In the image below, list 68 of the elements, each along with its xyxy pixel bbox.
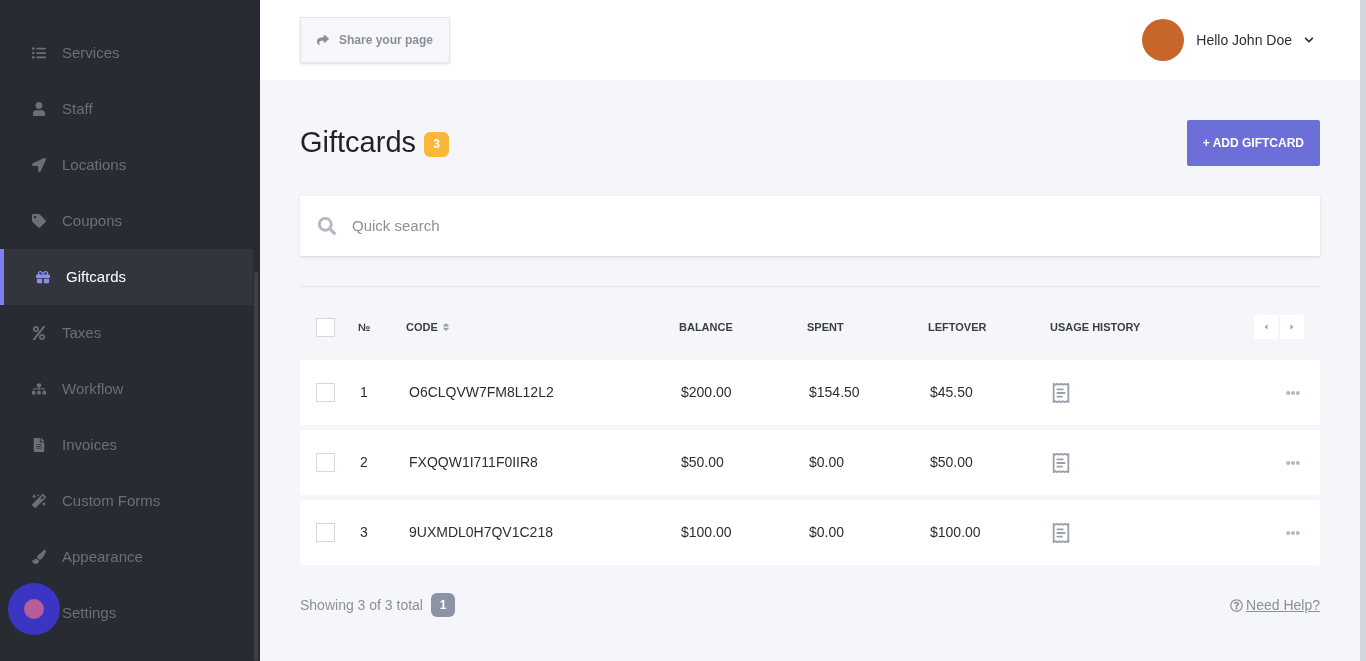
- receipt-icon[interactable]: [1050, 451, 1072, 474]
- column-header: USAGE HISTORY: [1050, 319, 1142, 335]
- table-cell-text: $0.00: [808, 523, 846, 542]
- row-checkbox[interactable]: [316, 523, 335, 542]
- document-icon: [32, 438, 46, 452]
- table-cell-text: $45.50: [929, 383, 974, 402]
- sidebar-item[interactable]: Giftcards: [0, 249, 253, 305]
- user-menu[interactable]: Hello John Doe: [1142, 19, 1320, 61]
- page-title: Giftcards: [300, 125, 417, 161]
- sidebar-item[interactable]: Taxes: [0, 305, 253, 361]
- row-checkbox[interactable]: [316, 453, 335, 472]
- table-cell-text: $100.00: [680, 523, 733, 542]
- share-icon: [317, 34, 329, 46]
- row-checkbox[interactable]: [316, 383, 335, 402]
- column-header[interactable]: CODE: [406, 318, 679, 336]
- receipt-icon[interactable]: [1050, 381, 1072, 404]
- tag-icon: [32, 214, 46, 228]
- avatar: [1142, 19, 1185, 61]
- user-icon: [32, 102, 46, 116]
- sidebar-item[interactable]: Appearance: [0, 529, 253, 585]
- table-cell-text: 3: [359, 523, 369, 542]
- page-badge[interactable]: 1: [431, 593, 455, 617]
- sidebar-item[interactable]: Workflow: [0, 361, 253, 417]
- table-cell-text: 9UXMDL0H7QV1C218: [408, 523, 554, 542]
- gift-icon: [36, 270, 50, 284]
- sidebar-item[interactable]: Locations: [0, 137, 253, 193]
- list-icon: [32, 46, 46, 60]
- search-input[interactable]: Quick search: [352, 214, 1302, 238]
- brush-icon: [32, 550, 46, 564]
- search-bar[interactable]: Quick search: [300, 196, 1320, 256]
- wand-icon: [32, 494, 46, 508]
- receipt-icon[interactable]: [1050, 521, 1072, 544]
- sidebar-item[interactable]: Services: [0, 25, 253, 81]
- sidebar-item[interactable]: Invoices: [0, 417, 253, 473]
- chevron-down-icon: [1304, 35, 1314, 45]
- count-badge: 3: [424, 131, 450, 157]
- table-cell-text: $200.00: [680, 383, 733, 402]
- scroll-left-button[interactable]: [1254, 315, 1278, 339]
- table-cell-text: 2: [359, 453, 369, 472]
- help-link[interactable]: Need Help?: [1230, 594, 1320, 616]
- table-cell-text: FXQQW1I711F0IIR8: [408, 453, 539, 472]
- table-cell-text: $50.00: [929, 453, 974, 472]
- table-cell-text: $0.00: [808, 453, 846, 472]
- column-header: LEFTOVER: [928, 319, 988, 335]
- add-giftcard-button[interactable]: + ADD GIFTCARD: [1186, 120, 1320, 166]
- sitemap-icon: [32, 382, 46, 396]
- results-summary: Showing 3 of 3 total: [300, 595, 423, 615]
- table-cell-text: O6CLQVW7FM8L12L2: [408, 383, 555, 402]
- table-cell-text: $50.00: [680, 453, 725, 472]
- table-cell-text: 1: [359, 383, 369, 402]
- percent-icon: [32, 326, 46, 340]
- caret-right-icon: [1288, 323, 1296, 331]
- table-cell-text: $100.00: [929, 523, 982, 542]
- help-icon: [1230, 598, 1244, 612]
- scroll-right-button[interactable]: [1280, 315, 1304, 339]
- sort-icon: [441, 322, 450, 332]
- select-all-checkbox[interactable]: [316, 317, 335, 337]
- arrow-icon: [32, 158, 46, 172]
- column-header: №: [358, 319, 372, 335]
- caret-left-icon: [1262, 323, 1270, 331]
- share-button[interactable]: Share your page: [300, 17, 451, 63]
- sidebar-item[interactable]: Staff: [0, 81, 253, 137]
- search-icon: [318, 217, 336, 235]
- column-header: SPENT: [807, 319, 845, 335]
- sidebar-item[interactable]: Custom Forms: [0, 473, 253, 529]
- sidebar-item[interactable]: Coupons: [0, 193, 253, 249]
- column-header: BALANCE: [679, 319, 734, 335]
- table-cell-text: $154.50: [808, 383, 861, 402]
